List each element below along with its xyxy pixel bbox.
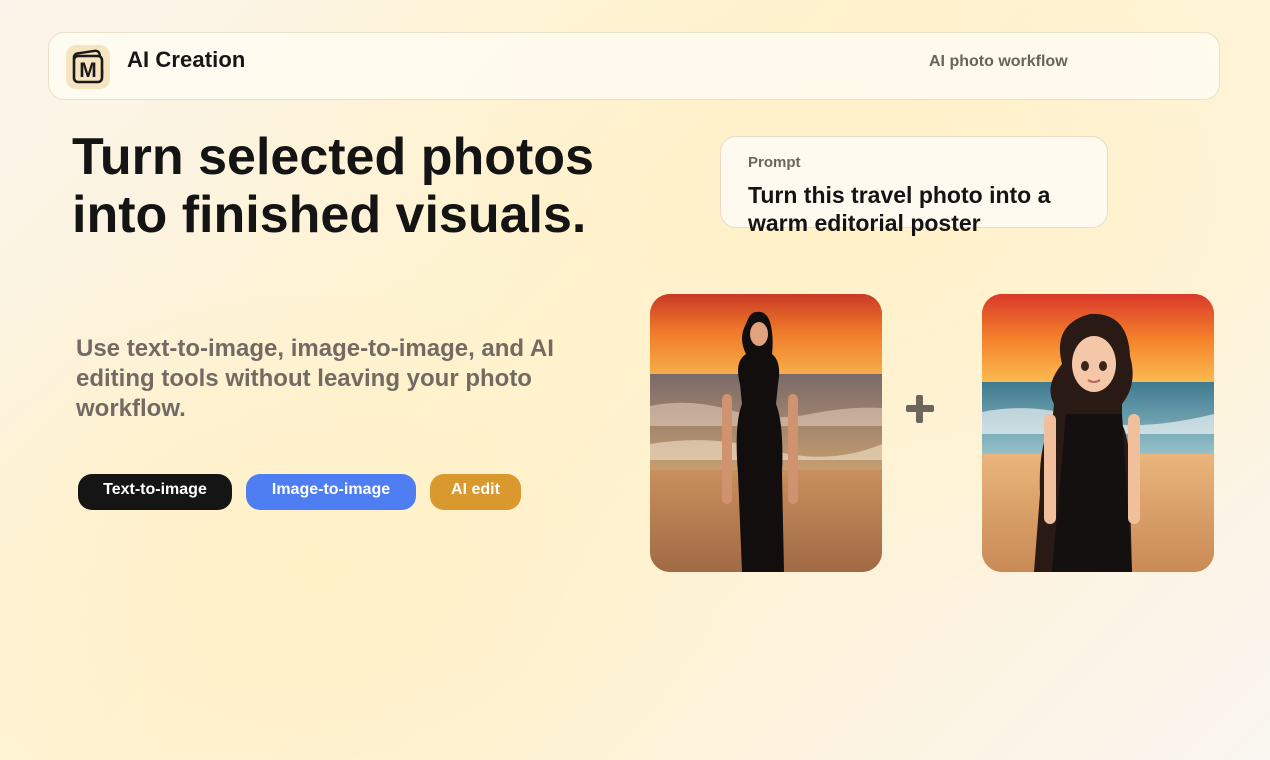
- original-photo[interactable]: [650, 294, 882, 572]
- prompt-label: Prompt: [748, 154, 801, 171]
- text-to-image-pill[interactable]: Text-to-image: [78, 474, 232, 510]
- image-to-image-pill[interactable]: Image-to-image: [246, 474, 416, 510]
- ai-edit-pill[interactable]: AI edit: [430, 474, 521, 510]
- hero-title-line-1: Turn selected photos: [72, 128, 594, 186]
- hero-title-line-2: into finished visuals.: [72, 186, 587, 244]
- plus-icon: [906, 395, 934, 423]
- prompt-text: Turn this travel photo into a warm edito…: [748, 182, 1051, 236]
- app-logo-icon[interactable]: M: [66, 45, 110, 89]
- svg-text:M: M: [79, 59, 97, 82]
- hero-description: Use text-to-image, image-to-image, and A…: [76, 335, 554, 422]
- brand-name: AI Creation: [127, 47, 246, 72]
- hero-title: Turn selected photos into finished visua…: [72, 128, 692, 244]
- prompt-card: Prompt Turn this travel photo into a war…: [720, 136, 1108, 236]
- result-illustration[interactable]: [982, 294, 1214, 572]
- header-tagline: AI photo workflow: [929, 53, 1068, 70]
- top-bar: M AI Creation AI photo workflow: [48, 32, 1220, 100]
